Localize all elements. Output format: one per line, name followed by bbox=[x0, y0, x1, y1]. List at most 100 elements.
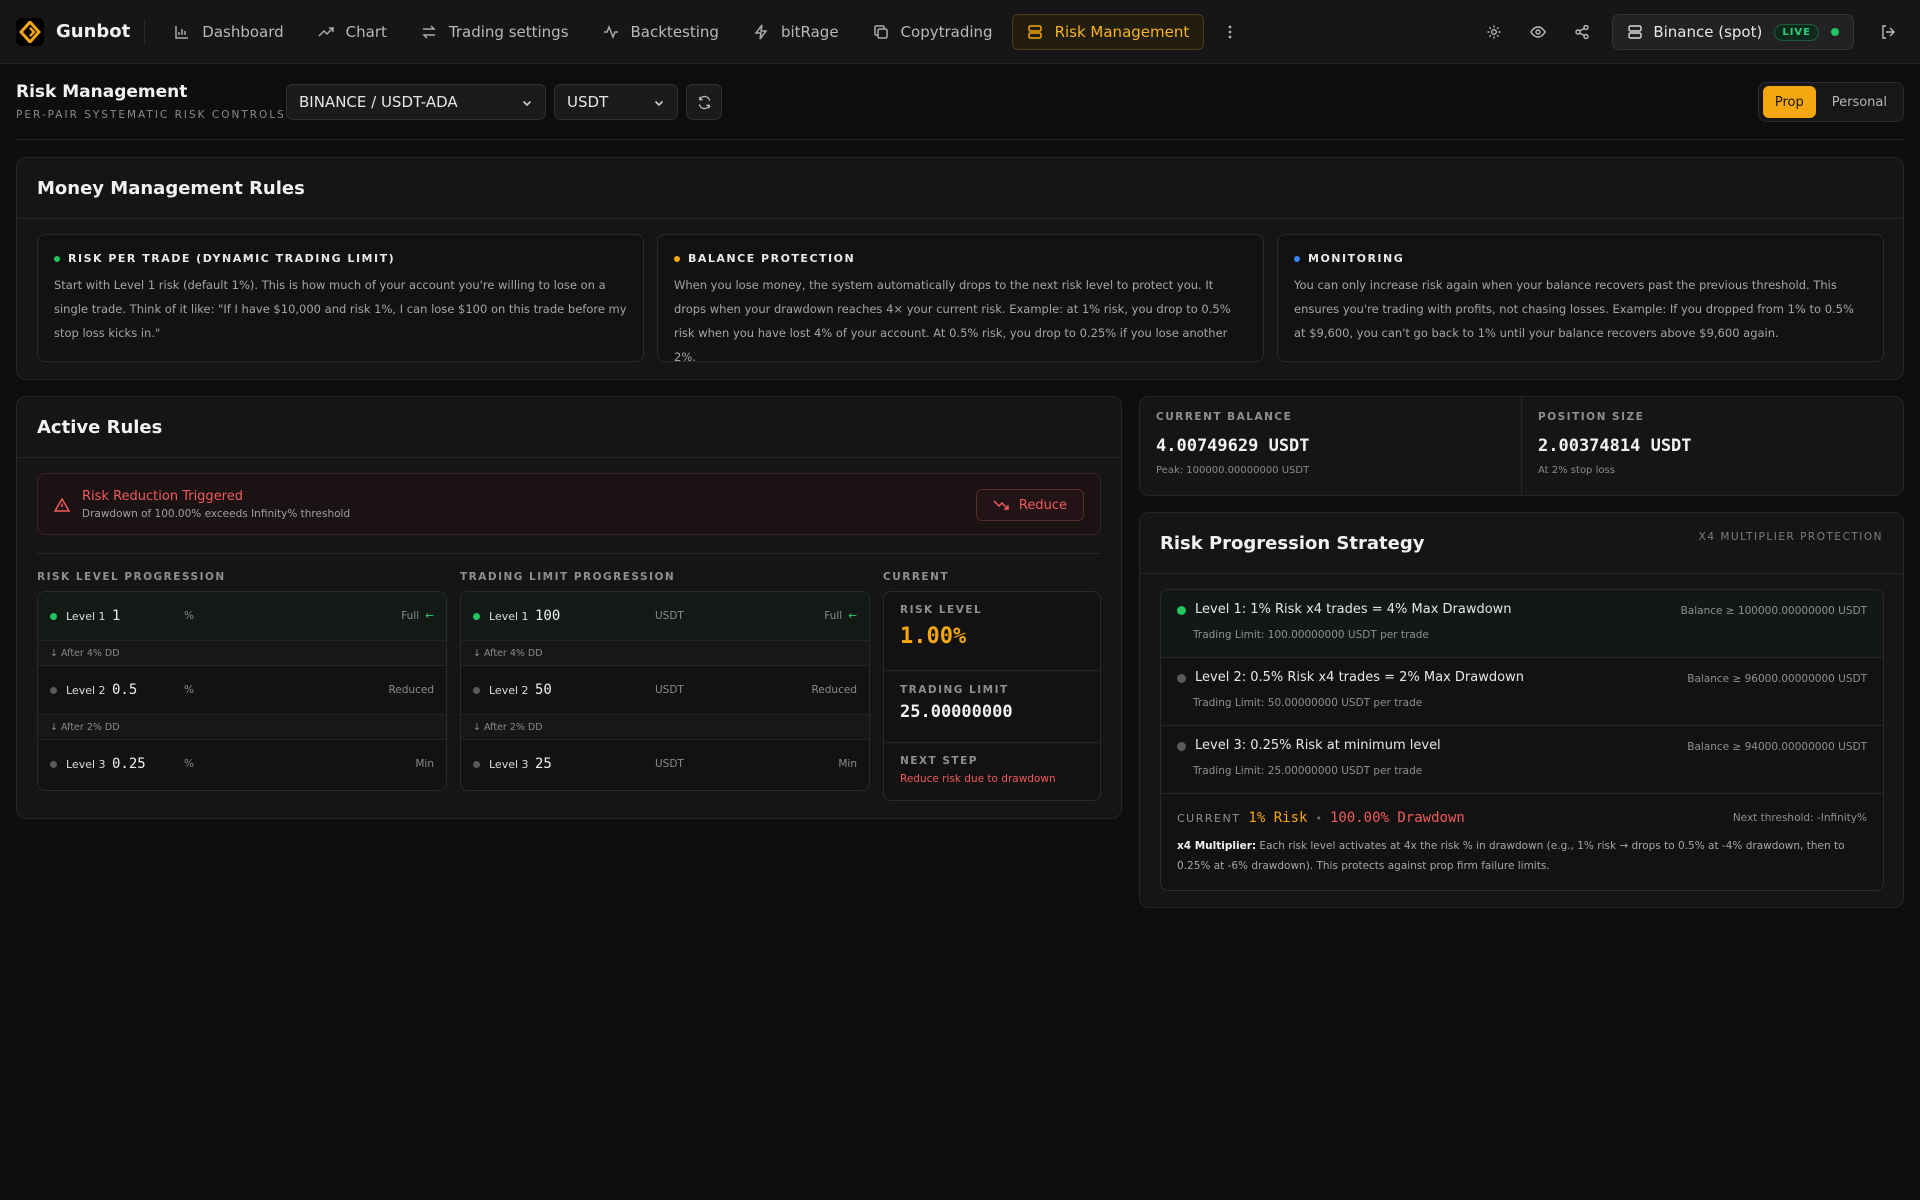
multiplier-explanation: x4 Multiplier: Each risk level activates… bbox=[1177, 836, 1867, 876]
nav-bitrage[interactable]: bitRage bbox=[738, 14, 854, 50]
stat-value: 2.00374814 USDT bbox=[1538, 436, 1692, 456]
exchange-selector[interactable]: Binance (spot) LIVE bbox=[1612, 14, 1854, 50]
brand[interactable]: Gunbot bbox=[16, 17, 146, 46]
list-item: Level 2: 0.5% Risk x4 trades = 2% Max Dr… bbox=[1161, 658, 1883, 726]
nav-dashboard[interactable]: Dashboard bbox=[159, 14, 298, 50]
status-dot bbox=[50, 612, 57, 620]
risk-per-trade-card: RISK PER TRADE (DYNAMIC TRADING LIMIT) S… bbox=[37, 234, 644, 362]
lightning-icon bbox=[754, 24, 768, 39]
level-name: Level 1 bbox=[66, 609, 106, 623]
risk-progression-label: RISK LEVEL PROGRESSION bbox=[37, 571, 226, 583]
pair-select[interactable]: BINANCE / USDT-ADA bbox=[286, 84, 546, 120]
top-nav: Gunbot Dashboard Chart Trading settings … bbox=[0, 0, 1920, 64]
main-nav: Dashboard Chart Trading settings Backtes… bbox=[159, 13, 1244, 50]
divider bbox=[884, 742, 1100, 743]
level-value[interactable]: 0.25 bbox=[112, 756, 184, 772]
balance-protection-card: BALANCE PROTECTION When you lose money, … bbox=[657, 234, 1264, 364]
risk-level-row[interactable]: Level 2 0.5 % Reduced bbox=[38, 666, 446, 714]
warning-triangle-icon bbox=[54, 497, 70, 512]
level-unit: USDT bbox=[655, 684, 684, 696]
level-tag: Full ← bbox=[401, 610, 434, 622]
risk-reduction-alert: Risk Reduction Triggered Drawdown of 100… bbox=[37, 473, 1101, 535]
logout-icon[interactable] bbox=[1872, 16, 1904, 48]
status-dot bbox=[50, 686, 57, 694]
level-name: Level 3 bbox=[66, 757, 106, 771]
monitoring-card: MONITORING You can only increase risk ag… bbox=[1277, 234, 1884, 362]
current-risk: 1% Risk bbox=[1248, 810, 1308, 826]
level-tag: Full ← bbox=[824, 610, 857, 622]
live-status-dot bbox=[1831, 28, 1839, 36]
level-tag: Reduced bbox=[388, 684, 434, 696]
level-tag-label: Full bbox=[401, 610, 420, 622]
card-title: MONITORING bbox=[1308, 252, 1405, 265]
status-dot bbox=[1294, 255, 1300, 262]
nav-chart[interactable]: Chart bbox=[303, 14, 402, 50]
brand-name: Gunbot bbox=[56, 21, 131, 42]
current-risk-value: 1.00% bbox=[900, 624, 967, 649]
status-dot bbox=[54, 255, 60, 262]
nav-risk-management[interactable]: Risk Management bbox=[1011, 13, 1205, 50]
share-icon[interactable] bbox=[1566, 16, 1598, 48]
trading-limit-progression: Level 1 100 USDT Full ← ↓ After 4% DD Lev… bbox=[460, 591, 870, 791]
toggle-personal[interactable]: Personal bbox=[1820, 86, 1899, 118]
nav-backtesting-label: Backtesting bbox=[630, 22, 719, 41]
current-limit-value: 25.00000000 bbox=[900, 702, 1013, 722]
stat-subtext: At 2% stop loss bbox=[1538, 465, 1615, 476]
current-arrow-icon: ← bbox=[425, 610, 434, 622]
limit-level-row[interactable]: Level 1 100 USDT Full ← bbox=[461, 592, 869, 640]
nav-chart-label: Chart bbox=[345, 22, 387, 41]
divider bbox=[884, 670, 1100, 671]
gear-icon[interactable] bbox=[1478, 16, 1510, 48]
eye-icon[interactable] bbox=[1522, 16, 1554, 48]
level-name: Level 1 bbox=[489, 609, 529, 623]
level-unit: USDT bbox=[655, 610, 684, 622]
refresh-button[interactable] bbox=[686, 84, 722, 120]
nav-trading-settings-label: Trading settings bbox=[448, 22, 569, 41]
risk-level-row[interactable]: Level 1 1 % Full ← bbox=[38, 592, 446, 640]
currency-select[interactable]: USDT bbox=[554, 84, 678, 120]
server-icon bbox=[1027, 24, 1042, 39]
nav-bitrage-label: bitRage bbox=[780, 22, 839, 41]
limit-level-row[interactable]: Level 3 25 USDT Min bbox=[461, 740, 869, 788]
trending-up-icon bbox=[318, 26, 334, 37]
level-value[interactable]: 100 bbox=[535, 608, 655, 624]
nav-dashboard-label: Dashboard bbox=[202, 22, 284, 41]
list-item: Level 1: 1% Risk x4 trades = 4% Max Draw… bbox=[1161, 590, 1883, 658]
level-unit: % bbox=[184, 610, 194, 622]
level-value[interactable]: 25 bbox=[535, 756, 655, 772]
nav-trading-settings[interactable]: Trading settings bbox=[406, 14, 584, 50]
exchange-label: Binance (spot) bbox=[1653, 23, 1763, 41]
level-tag: Min bbox=[415, 758, 434, 770]
risk-level-progression: Level 1 1 % Full ← ↓ After 4% DD Level 2 … bbox=[37, 591, 447, 791]
nav-copytrading[interactable]: Copytrading bbox=[858, 14, 1008, 50]
server-icon bbox=[1628, 25, 1643, 39]
list-item: Level 3: 0.25% Risk at minimum level Tra… bbox=[1161, 726, 1883, 794]
separator: • bbox=[1315, 812, 1322, 825]
status-dot bbox=[1177, 606, 1186, 615]
current-label: CURRENT bbox=[883, 571, 950, 583]
level-tag: Min bbox=[838, 758, 857, 770]
money-management-title: Money Management Rules bbox=[37, 178, 305, 199]
page-header: Risk Management PER-PAIR SYSTEMATIC RISK… bbox=[16, 80, 1904, 140]
reduce-button[interactable]: Reduce bbox=[975, 489, 1084, 521]
level-name: Level 3 bbox=[489, 757, 529, 771]
risk-progression-list: Level 1: 1% Risk x4 trades = 4% Max Draw… bbox=[1160, 589, 1884, 891]
nav-backtesting[interactable]: Backtesting bbox=[588, 14, 734, 50]
status-dot bbox=[50, 760, 57, 768]
reduce-button-label: Reduce bbox=[1018, 497, 1067, 513]
card-body: You can only increase risk again when yo… bbox=[1294, 278, 1854, 340]
arrows-exchange-icon bbox=[422, 24, 436, 39]
after-dd-row: ↓ After 2% DD bbox=[461, 714, 869, 740]
level-value[interactable]: 1 bbox=[112, 608, 184, 624]
more-vertical-icon[interactable] bbox=[1216, 14, 1244, 50]
current-summary-label: CURRENT bbox=[1177, 812, 1241, 825]
chevron-down-icon bbox=[522, 100, 532, 107]
status-dot bbox=[473, 760, 480, 768]
level-value[interactable]: 0.5 bbox=[112, 682, 184, 698]
stat-value: 4.00749629 USDT bbox=[1156, 436, 1310, 456]
limit-level-row[interactable]: Level 2 50 USDT Reduced bbox=[461, 666, 869, 714]
level-value[interactable]: 50 bbox=[535, 682, 655, 698]
level-trading-limit: Trading Limit: 100.00000000 USDT per tra… bbox=[1193, 629, 1429, 641]
toggle-prop[interactable]: Prop bbox=[1762, 86, 1816, 118]
risk-level-row[interactable]: Level 3 0.25 % Min bbox=[38, 740, 446, 788]
